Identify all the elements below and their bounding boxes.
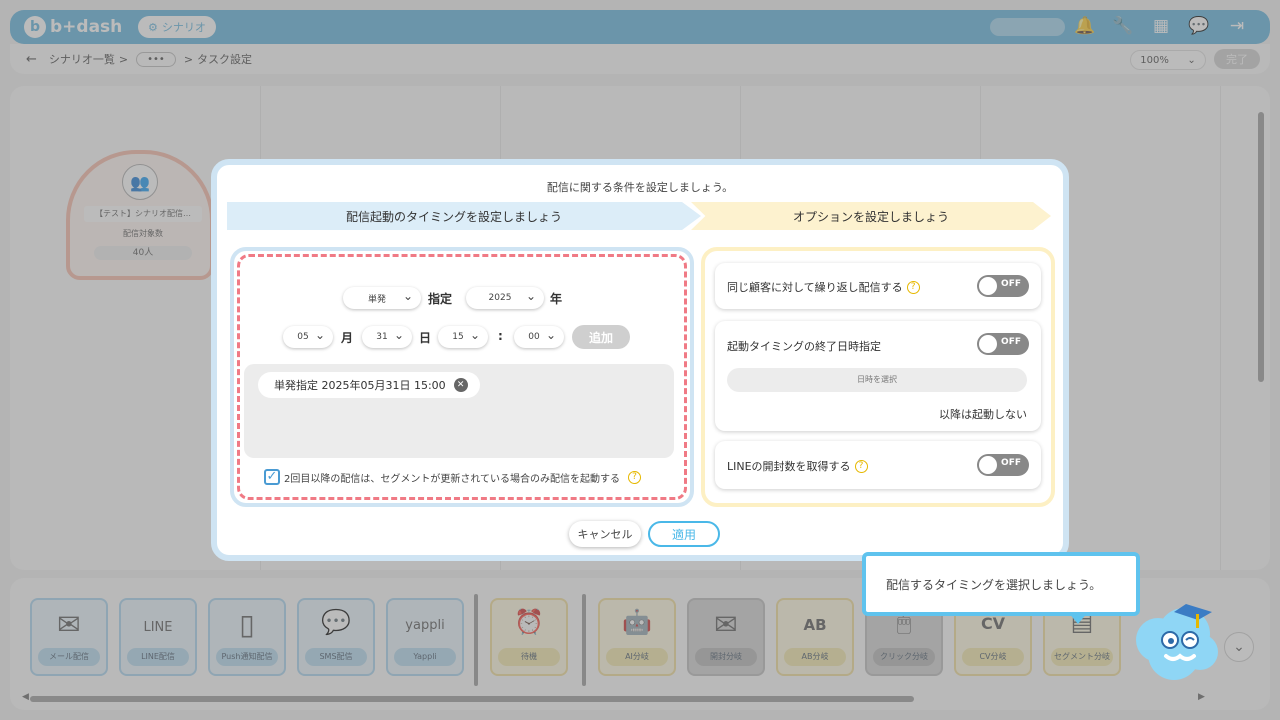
- step-options: オプションを設定しましょう: [691, 202, 1051, 230]
- schedule-chip: 単発指定 2025年05月31日 15:00 ✕: [258, 372, 480, 398]
- day-select[interactable]: 31: [362, 326, 412, 348]
- time-colon: :: [498, 329, 503, 343]
- hour-select[interactable]: 15: [438, 326, 488, 348]
- cancel-button[interactable]: キャンセル: [569, 521, 641, 547]
- year-select[interactable]: 2025: [466, 287, 544, 309]
- segment-update-option: ✓ 2回目以降の配信は、セグメントが更新されている場合のみ配信を起動する ?: [264, 469, 642, 485]
- checkbox-label: 2回目以降の配信は、セグメントが更新されている場合のみ配信を起動する: [284, 473, 621, 485]
- mascot-icon[interactable]: [1128, 594, 1224, 690]
- delivery-condition-modal: 配信に関する条件を設定しましょう。 配信起動のタイミングを設定しましょう オプシ…: [211, 159, 1069, 561]
- type-select[interactable]: 単発: [343, 287, 421, 309]
- repeat-toggle[interactable]: OFF: [977, 275, 1029, 297]
- year-unit-label: 年: [550, 292, 563, 306]
- month-unit-label: 月: [341, 331, 354, 345]
- checkbox[interactable]: ✓: [264, 469, 280, 485]
- repeat-option-text: 同じ顧客に対して繰り返し配信する: [727, 281, 903, 294]
- line-open-text: LINEの開封数を取得する: [727, 460, 851, 473]
- line-open-label: LINEの開封数を取得する ?: [727, 458, 868, 474]
- end-date-label: 起動タイミングの終了日時指定: [727, 340, 881, 353]
- schedule-chip-text: 単発指定 2025年05月31日 15:00: [274, 379, 446, 392]
- help-icon[interactable]: ?: [906, 280, 920, 294]
- minute-select[interactable]: 00: [514, 326, 564, 348]
- options-panel: 同じ顧客に対して繰り返し配信する ? OFF 起動タイミングの終了日時指定 OF…: [701, 247, 1055, 507]
- end-date-toggle[interactable]: OFF: [977, 333, 1029, 355]
- highlight-frame: 単発 指定 2025 年 05 月 31 日 15 : 00 追加 単発指定 2…: [237, 254, 687, 500]
- remove-icon[interactable]: ✕: [453, 378, 468, 392]
- toggle-state: OFF: [1001, 279, 1021, 289]
- day-unit-label: 日: [419, 331, 432, 345]
- help-icon[interactable]: ?: [854, 459, 868, 473]
- step-timing: 配信起動のタイミングを設定しましょう: [227, 202, 701, 230]
- select-date-button[interactable]: 日時を選択: [727, 368, 1027, 392]
- add-button[interactable]: 追加: [572, 325, 630, 349]
- modal-title: 配信に関する条件を設定しましょう。: [546, 181, 734, 194]
- end-date-option: 起動タイミングの終了日時指定 OFF 日時を選択 以降は起動しない: [715, 321, 1041, 431]
- toggle-knob: [979, 456, 997, 474]
- repeat-option: 同じ顧客に対して繰り返し配信する ? OFF: [715, 263, 1041, 309]
- repeat-option-label: 同じ顧客に対して繰り返し配信する ?: [727, 279, 920, 295]
- toggle-knob: [979, 277, 997, 295]
- toggle-state: OFF: [1001, 458, 1021, 468]
- help-icon[interactable]: ?: [628, 470, 642, 484]
- guide-tooltip: 配信するタイミングを選択しましょう。: [862, 552, 1140, 616]
- schedule-list: 単発指定 2025年05月31日 15:00 ✕: [244, 364, 674, 458]
- no-start-label: 以降は起動しない: [939, 408, 1027, 421]
- line-open-toggle[interactable]: OFF: [977, 454, 1029, 476]
- tooltip-tail: [1068, 612, 1088, 624]
- timing-panel: 単発 指定 2025 年 05 月 31 日 15 : 00 追加 単発指定 2…: [230, 247, 694, 507]
- toggle-knob: [979, 335, 997, 353]
- month-select[interactable]: 05: [283, 326, 333, 348]
- toggle-state: OFF: [1001, 337, 1021, 347]
- line-open-option: LINEの開封数を取得する ? OFF: [715, 441, 1041, 489]
- type-unit-label: 指定: [428, 292, 453, 306]
- apply-button[interactable]: 適用: [648, 521, 720, 547]
